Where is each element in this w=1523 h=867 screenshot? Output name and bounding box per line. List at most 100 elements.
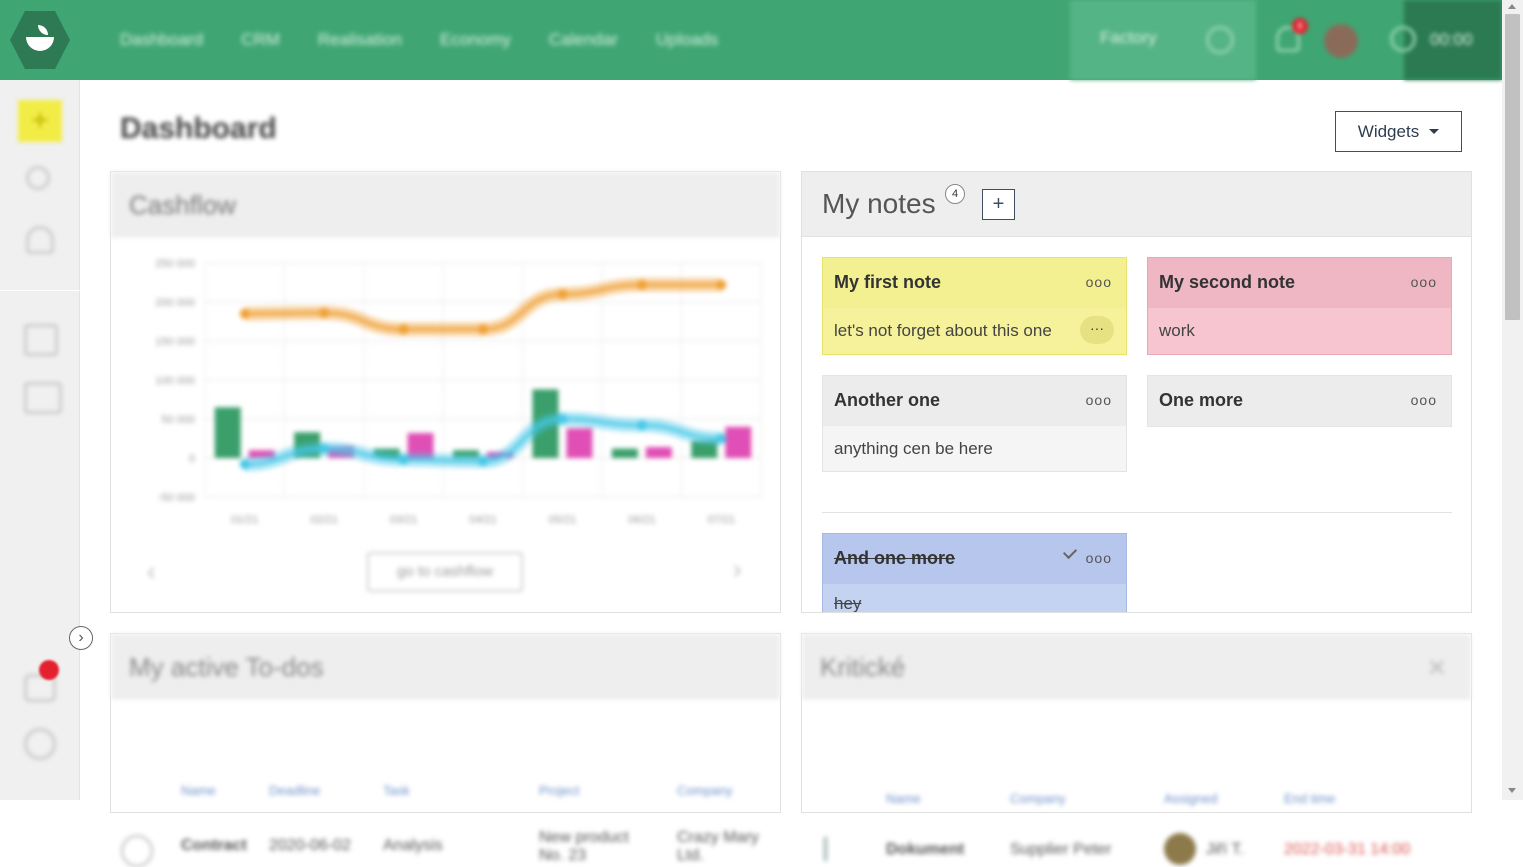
gear-icon[interactable] xyxy=(1206,26,1234,54)
critical-row-assigned: Jiří T. xyxy=(1206,841,1244,858)
chart-point xyxy=(319,307,330,318)
nav-calendar[interactable]: Calendar xyxy=(549,30,618,50)
factory-selector[interactable]: Factory xyxy=(1070,0,1256,80)
go-to-cashflow-button[interactable]: go to cashflow xyxy=(367,552,523,592)
chart-point xyxy=(478,324,488,335)
note-body: let's not forget about this one ··· xyxy=(823,308,1126,355)
chart-prev-arrow[interactable]: ‹ xyxy=(147,556,156,587)
chart-point xyxy=(636,420,647,431)
avatar xyxy=(1164,833,1196,865)
image-icon[interactable] xyxy=(24,382,62,414)
page-title: Dashboard xyxy=(120,112,277,145)
search-icon[interactable] xyxy=(26,166,50,190)
chart-xtick-label: 02/21 xyxy=(310,514,338,526)
chart-point xyxy=(478,456,488,467)
factory-label: Factory xyxy=(1100,28,1157,47)
folder-icon[interactable] xyxy=(24,324,58,356)
chart-ytick-label: 100 000 xyxy=(155,375,195,387)
chart-ytick-label: 250 000 xyxy=(155,258,195,270)
critical-col-name[interactable]: Name xyxy=(886,791,921,806)
note-title: And one more xyxy=(834,548,956,568)
critical-title: Kritické xyxy=(820,652,906,682)
drag-handle-icon[interactable] xyxy=(824,837,827,861)
app-logo-icon[interactable] xyxy=(10,11,70,69)
critical-row-name[interactable]: Dokument xyxy=(886,841,964,859)
note-header: My second note ooo xyxy=(1148,258,1451,308)
todos-header: My active To-dos xyxy=(111,634,780,699)
expand-sidebar-icon[interactable]: › xyxy=(69,626,93,650)
note-menu-icon[interactable]: ooo xyxy=(1411,274,1437,290)
nav-realisation[interactable]: Realisation xyxy=(318,30,402,50)
chart-ytick-label: -50 000 xyxy=(158,492,195,504)
caret-down-icon xyxy=(1429,129,1440,134)
nav-dashboard[interactable]: Dashboard xyxy=(120,30,203,50)
notes-title: My notes xyxy=(822,188,936,219)
note-menu-icon[interactable]: ooo xyxy=(1411,392,1437,408)
notification-badge: 8 xyxy=(1292,18,1308,34)
chart-xtick-label: 03/21 xyxy=(390,514,418,526)
scrollbar-thumb[interactable] xyxy=(1505,14,1520,320)
todos-title: My active To-dos xyxy=(129,652,324,682)
chart-point xyxy=(239,459,250,470)
note-menu-icon[interactable]: ooo xyxy=(1086,274,1112,290)
note-card[interactable]: My first note ooo let's not forget about… xyxy=(822,257,1127,355)
note-title: My first note xyxy=(834,272,942,292)
note-title: One more xyxy=(1159,390,1244,410)
checkmark-icon[interactable] xyxy=(1062,544,1078,560)
scroll-up-icon[interactable] xyxy=(1508,4,1516,9)
widgets-label: Widgets xyxy=(1357,121,1420,141)
todo-checkbox[interactable] xyxy=(121,835,153,867)
timer-button[interactable]: 00:00 xyxy=(1390,0,1502,80)
note-header: One more ooo xyxy=(1148,376,1451,426)
top-navbar: Dashboard CRM Realisation Economy Calend… xyxy=(0,0,1502,80)
note-menu-icon[interactable]: ooo xyxy=(1086,392,1112,408)
note-text: let's not forget about this one xyxy=(834,321,1052,340)
active-todos-panel: My active To-dos Name Deadline Task Proj… xyxy=(110,633,781,867)
note-card[interactable]: My second note ooo work xyxy=(1147,257,1452,355)
critical-col-endtime[interactable]: End time xyxy=(1284,791,1335,806)
todos-col-deadline[interactable]: Deadline xyxy=(269,783,320,798)
chart-bar xyxy=(725,426,752,458)
help-icon[interactable] xyxy=(24,728,56,760)
chart-xtick-label: 01/21 xyxy=(231,514,259,526)
chart-ytick-label: 50 000 xyxy=(161,414,195,426)
note-menu-icon[interactable]: ooo xyxy=(1086,550,1112,566)
note-expand-button[interactable]: ··· xyxy=(1080,316,1114,344)
todos-col-project[interactable]: Project xyxy=(539,783,579,798)
user-icon[interactable] xyxy=(26,226,54,254)
add-new-button[interactable]: + xyxy=(18,100,62,142)
nav-crm[interactable]: CRM xyxy=(241,30,280,50)
top-right-icons: 8 00:00 xyxy=(1256,0,1502,80)
scroll-down-icon[interactable] xyxy=(1508,788,1516,793)
todo-name[interactable]: Contract xyxy=(181,837,247,855)
chart-point xyxy=(557,289,568,300)
chart-point xyxy=(557,414,568,424)
page-scrollbar[interactable] xyxy=(1502,0,1523,800)
chart-point xyxy=(319,443,330,454)
chat-badge xyxy=(39,660,59,680)
chart-point xyxy=(398,454,409,465)
note-body: work xyxy=(1148,308,1451,355)
chart-point xyxy=(716,433,727,444)
widgets-dropdown-button[interactable]: Widgets xyxy=(1335,111,1462,152)
chart-xtick-label: 07/21 xyxy=(708,514,736,526)
user-avatar[interactable] xyxy=(1324,24,1358,58)
critical-col-company[interactable]: Company xyxy=(1010,791,1066,806)
critical-panel: Kritické ✕ Name Company Assigned End tim… xyxy=(801,633,1472,865)
nav-economy[interactable]: Economy xyxy=(440,30,511,50)
add-note-button[interactable]: + xyxy=(982,189,1015,220)
todos-col-name[interactable]: Name xyxy=(181,783,216,798)
todo-task: Analysis xyxy=(383,837,443,854)
chart-ytick-label: 200 000 xyxy=(155,297,195,309)
note-card[interactable]: Another one ooo anything cen be here xyxy=(822,375,1127,472)
close-icon[interactable]: ✕ xyxy=(1427,654,1447,683)
todos-col-company[interactable]: Company xyxy=(677,783,733,798)
chart-ytick-label: 150 000 xyxy=(155,336,195,348)
note-card[interactable]: One more ooo xyxy=(1147,375,1452,427)
critical-col-assigned[interactable]: Assigned xyxy=(1164,791,1217,806)
chart-next-arrow[interactable]: › xyxy=(733,554,742,585)
cashflow-panel: Cashflow 250 000 200 000 150 000 100 000 50 … xyxy=(110,171,781,613)
nav-uploads[interactable]: Uploads xyxy=(656,30,718,50)
todos-col-task[interactable]: Task xyxy=(383,783,410,798)
note-card-done[interactable]: And one more ooo hey xyxy=(822,533,1127,612)
